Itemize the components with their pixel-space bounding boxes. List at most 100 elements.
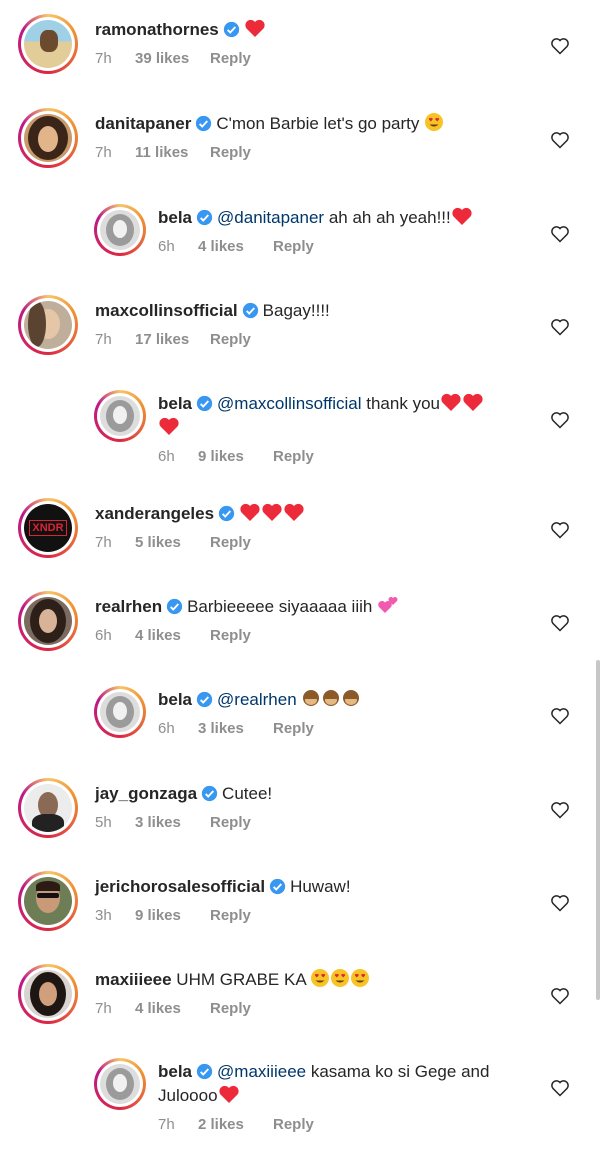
comment-text: thank you xyxy=(361,394,440,413)
username[interactable]: maxcollinsofficial xyxy=(95,301,238,320)
like-heart-icon[interactable] xyxy=(550,613,570,633)
username[interactable]: xanderangeles xyxy=(95,504,214,523)
username[interactable]: ramonathornes xyxy=(95,20,219,39)
red-heart-emoji-icon xyxy=(159,417,179,435)
like-heart-icon[interactable] xyxy=(550,520,570,540)
heart-eyes-emoji-icon xyxy=(351,969,370,987)
like-heart-icon[interactable] xyxy=(550,800,570,820)
like-heart-icon[interactable] xyxy=(550,1078,570,1098)
like-heart-icon[interactable] xyxy=(550,893,570,913)
avatar[interactable] xyxy=(18,108,78,168)
see-no-evil-monkey-emoji-icon xyxy=(323,690,340,706)
heart-eyes-emoji-icon xyxy=(425,113,444,131)
red-heart-emoji-icon xyxy=(245,19,265,37)
like-count[interactable]: 4 likes xyxy=(135,627,210,644)
comment-time: 7h xyxy=(95,534,112,551)
reply-button[interactable]: Reply xyxy=(210,534,251,551)
username[interactable]: bela xyxy=(158,394,192,413)
verified-badge-icon xyxy=(196,209,213,226)
red-heart-emoji-icon xyxy=(452,207,472,225)
verified-badge-icon xyxy=(196,115,212,132)
username[interactable]: bela xyxy=(158,690,192,709)
reply-button[interactable]: Reply xyxy=(273,1116,314,1133)
see-no-evil-monkey-emoji-icon xyxy=(343,690,360,706)
avatar[interactable] xyxy=(94,1058,146,1110)
avatar-logo-text: XNDR xyxy=(29,520,67,536)
like-count[interactable]: 3 likes xyxy=(198,720,273,737)
like-heart-icon[interactable] xyxy=(550,410,570,430)
avatar[interactable] xyxy=(18,295,78,355)
like-count[interactable]: 9 likes xyxy=(198,448,273,465)
see-no-evil-monkey-emoji-icon xyxy=(303,690,320,706)
avatar[interactable] xyxy=(94,390,146,442)
reply-button[interactable]: Reply xyxy=(210,144,251,161)
avatar[interactable]: XNDR xyxy=(18,498,78,558)
comment-time: 6h xyxy=(158,238,175,255)
username[interactable]: danitapaner xyxy=(95,114,191,133)
avatar[interactable] xyxy=(18,871,78,931)
heart-eyes-emoji-icon xyxy=(311,969,330,987)
avatar[interactable] xyxy=(18,14,78,74)
username[interactable]: maxiiieee xyxy=(95,970,172,989)
verified-badge-icon xyxy=(196,395,213,412)
like-count[interactable]: 4 likes xyxy=(198,238,273,255)
like-count[interactable]: 4 likes xyxy=(135,1000,210,1017)
username[interactable]: bela xyxy=(158,1062,192,1081)
red-heart-emoji-icon xyxy=(262,503,282,521)
red-heart-emoji-icon xyxy=(240,503,260,521)
comment-time: 7h xyxy=(95,50,112,67)
like-heart-icon[interactable] xyxy=(550,130,570,150)
comment-time: 7h xyxy=(158,1116,175,1133)
comment-time: 5h xyxy=(95,814,112,831)
avatar[interactable] xyxy=(94,686,146,738)
reply-button[interactable]: Reply xyxy=(210,50,251,67)
reply-button[interactable]: Reply xyxy=(273,238,314,255)
like-count[interactable]: 5 likes xyxy=(135,534,210,551)
like-count[interactable]: 9 likes xyxy=(135,907,210,924)
like-count[interactable]: 39 likes xyxy=(135,50,210,67)
scrollbar[interactable] xyxy=(596,660,600,1000)
verified-badge-icon xyxy=(196,691,213,708)
avatar[interactable] xyxy=(18,964,78,1024)
reply-button[interactable]: Reply xyxy=(210,1000,251,1017)
red-heart-emoji-icon xyxy=(441,393,461,411)
like-heart-icon[interactable] xyxy=(550,224,570,244)
mention-link[interactable]: @maxiiieee xyxy=(217,1062,306,1081)
comment-time: 7h xyxy=(95,144,112,161)
username[interactable]: jerichorosalesofficial xyxy=(95,877,265,896)
comment-text: ah ah ah yeah!!! xyxy=(324,208,451,227)
reply-button[interactable]: Reply xyxy=(210,814,251,831)
verified-badge-icon xyxy=(242,302,258,319)
like-heart-icon[interactable] xyxy=(550,317,570,337)
reply-button[interactable]: Reply xyxy=(210,907,251,924)
comment-time: 7h xyxy=(95,1000,112,1017)
verified-badge-icon xyxy=(223,21,239,38)
avatar[interactable] xyxy=(94,204,146,256)
comment-text: Cutee! xyxy=(222,784,273,803)
red-heart-emoji-icon xyxy=(218,1085,239,1103)
reply-button[interactable]: Reply xyxy=(273,448,314,465)
like-heart-icon[interactable] xyxy=(550,706,570,726)
like-heart-icon[interactable] xyxy=(550,36,570,56)
mention-link[interactable]: @danitapaner xyxy=(217,208,324,227)
mention-link[interactable]: @realrhen xyxy=(217,690,297,709)
mention-link[interactable]: @maxcollinsofficial xyxy=(217,394,362,413)
reply-button[interactable]: Reply xyxy=(273,720,314,737)
avatar[interactable] xyxy=(18,591,78,651)
reply-button[interactable]: Reply xyxy=(210,331,251,348)
like-count[interactable]: 11 likes xyxy=(135,144,210,161)
like-count[interactable]: 17 likes xyxy=(135,331,210,348)
comment-time: 7h xyxy=(95,331,112,348)
verified-badge-icon xyxy=(201,785,218,802)
comment-text: C'mon Barbie let's go party xyxy=(216,114,420,133)
avatar[interactable] xyxy=(18,778,78,838)
like-count[interactable]: 3 likes xyxy=(135,814,210,831)
reply-button[interactable]: Reply xyxy=(210,627,251,644)
comment-text: Huwaw! xyxy=(290,877,351,896)
username[interactable]: jay_gonzaga xyxy=(95,784,197,803)
comment-time: 6h xyxy=(158,720,175,737)
username[interactable]: bela xyxy=(158,208,192,227)
username[interactable]: realrhen xyxy=(95,597,162,616)
like-count[interactable]: 2 likes xyxy=(198,1116,273,1133)
like-heart-icon[interactable] xyxy=(550,986,570,1006)
